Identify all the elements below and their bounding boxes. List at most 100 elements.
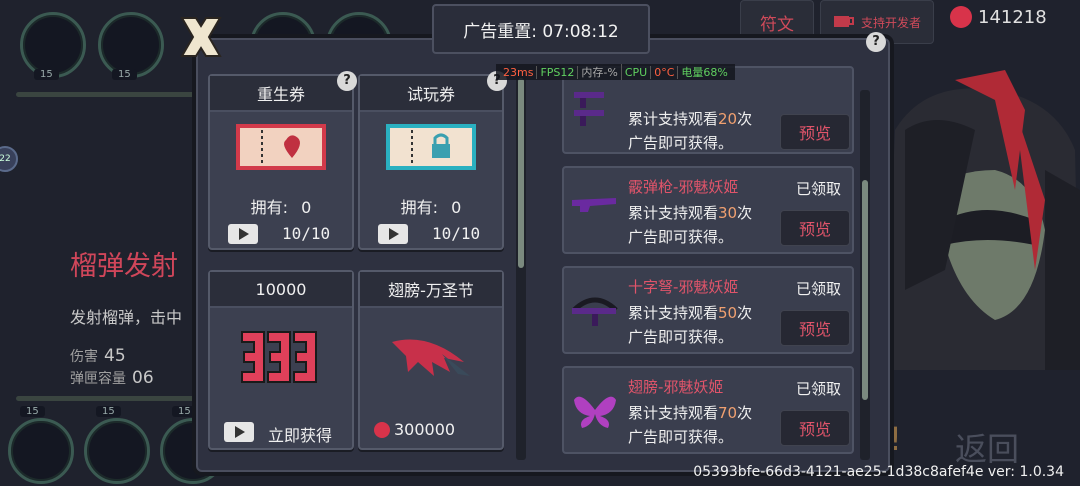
perf-memory: 内存-% — [578, 64, 622, 80]
card-title: 试玩券 — [360, 76, 502, 112]
weapon-icon — [574, 92, 604, 126]
trial-ticket-card: 试玩券 拥有: 0 10/10 — [358, 74, 504, 250]
currency-icon — [374, 421, 390, 438]
shotgun-icon — [572, 198, 616, 212]
divider-bar — [16, 92, 196, 97]
ad-reset-timer: 广告重置: 07:08:12 — [432, 4, 650, 54]
reward-requirement: 累计支持观看70次 — [628, 402, 752, 423]
weapon-slot-bottom-1[interactable] — [8, 418, 74, 484]
card-title: 翅膀-万圣节 — [360, 272, 502, 308]
wing-halloween-card: 翅膀-万圣节 300000 — [358, 270, 504, 450]
wing-icon — [392, 339, 470, 376]
preview-button[interactable]: 预览 — [780, 410, 850, 446]
stat-magazine: 弹匣容量 06 — [70, 368, 154, 388]
coin-333-icon — [241, 331, 317, 383]
help-icon[interactable]: ? — [866, 32, 886, 52]
requirement-num: 70 — [718, 404, 738, 422]
weapon-description: 发射榴弹，击中 — [70, 308, 183, 327]
reward-requirement-2: 广告即可获得。 — [628, 228, 734, 246]
ticket-panel: 重生券 拥有: 0 10/10 试玩券 拥有: 0 10/10 10000 立即… — [200, 60, 530, 464]
skin-reward-panel: 邪魅妖姬 累计支持观看20次 广告即可获得。 预览 霰弹枪-邪魅妖姬 已领取 累… — [540, 60, 882, 464]
requirement-post: 次 — [737, 404, 753, 422]
stat-damage-value: 45 — [104, 346, 126, 366]
perf-temp: 0°C — [651, 65, 679, 79]
slot-level: 15 — [20, 406, 45, 417]
slot-level: 15 — [34, 69, 59, 80]
side-badge[interactable]: 22 — [0, 146, 18, 172]
performance-overlay: 23ms FPS12 内存-% CPU 0°C 电量68% — [496, 64, 735, 80]
perf-battery: 电量68% — [681, 66, 728, 79]
ticket-heart-icon — [236, 124, 326, 170]
ticket-lock-icon — [386, 124, 476, 170]
requirement-num: 30 — [718, 204, 738, 222]
play-icon[interactable] — [378, 224, 408, 244]
own-value: 0 — [451, 198, 462, 217]
stat-damage-label: 伤害 — [70, 349, 98, 365]
reward-name: 翅膀-邪魅妖姬 — [628, 378, 724, 396]
close-x-icon[interactable] — [178, 14, 224, 60]
stat-mag-label: 弹匣容量 — [70, 371, 126, 387]
requirement-post: 次 — [737, 110, 753, 128]
own-count: 拥有: 0 — [360, 194, 502, 218]
claimed-status: 已领取 — [796, 280, 842, 298]
requirement-num: 50 — [718, 304, 738, 322]
slot-level: 15 — [96, 406, 121, 417]
perf-fps: FPS12 — [537, 65, 579, 79]
version-label: 05393bfe-66d3-4121-ae25-1d38c8afef4e ver… — [693, 464, 1064, 480]
reward-name: 十字弩-邪魅妖姬 — [628, 278, 739, 296]
left-scrollbar-thumb[interactable] — [518, 78, 524, 268]
reward-requirement-2: 广告即可获得。 — [628, 428, 734, 446]
play-icon[interactable] — [228, 224, 258, 244]
requirement-pre: 累计支持观看 — [628, 404, 719, 422]
help-icon[interactable]: ? — [337, 71, 357, 91]
price-value: 300000 — [394, 420, 456, 439]
claimed-status: 已领取 — [796, 380, 842, 398]
reward-row: 霰弹枪-邪魅妖姬 已领取 累计支持观看30次 广告即可获得。 预览 — [562, 166, 854, 254]
character-portrait — [885, 70, 1080, 370]
currency-icon — [950, 6, 972, 28]
own-value: 0 — [301, 198, 312, 217]
claimed-status: 已领取 — [796, 180, 842, 198]
requirement-pre: 累计支持观看 — [628, 304, 719, 322]
requirement-pre: 累计支持观看 — [628, 204, 719, 222]
coin-reward-card: 10000 立即获得 — [208, 270, 354, 450]
slot-level: 15 — [112, 69, 137, 80]
revive-ticket-card: 重生券 拥有: 0 10/10 — [208, 74, 354, 250]
currency-amount: 141218 — [978, 6, 1047, 28]
ad-reset-timer-text: 广告重置: 07:08:12 — [463, 21, 619, 42]
weapon-title: 榴弹发射 — [70, 251, 178, 282]
divider-bar — [16, 396, 196, 401]
preview-button[interactable]: 预览 — [780, 210, 850, 246]
reward-row: 十字弩-邪魅妖姬 已领取 累计支持观看50次 广告即可获得。 预览 — [562, 266, 854, 354]
stat-mag-value: 06 — [132, 368, 154, 388]
preview-button[interactable]: 预览 — [780, 114, 850, 150]
reward-row: 翅膀-邪魅妖姬 已领取 累计支持观看70次 广告即可获得。 预览 — [562, 366, 854, 454]
reward-requirement-2: 广告即可获得。 — [628, 134, 734, 152]
stat-damage: 伤害 45 — [70, 346, 126, 366]
slot-level: 15 — [172, 406, 197, 417]
price: 300000 — [374, 420, 455, 439]
own-label: 拥有: — [400, 198, 439, 217]
card-title: 重生券 — [210, 76, 352, 112]
reward-name: 霰弹枪-邪魅妖姬 — [628, 178, 739, 196]
get-now-label[interactable]: 立即获得 — [268, 422, 332, 446]
card-title: 10000 — [210, 272, 352, 308]
perf-ping: 23ms — [500, 65, 538, 79]
reward-requirement-2: 广告即可获得。 — [628, 328, 734, 346]
requirement-post: 次 — [737, 304, 753, 322]
currency-display: 141218 — [950, 6, 1047, 28]
perf-cpu: CPU — [622, 65, 652, 79]
preview-button[interactable]: 预览 — [780, 310, 850, 346]
reward-requirement: 累计支持观看20次 — [628, 108, 752, 129]
weapon-slot-bottom-2[interactable] — [84, 418, 150, 484]
own-count: 拥有: 0 — [210, 194, 352, 218]
reward-requirement: 累计支持观看50次 — [628, 302, 752, 323]
support-label: 支持开发者 — [860, 15, 921, 30]
requirement-num: 20 — [718, 110, 738, 128]
wings-icon — [574, 396, 616, 428]
watch-count: 10/10 — [432, 224, 481, 243]
play-icon[interactable] — [224, 422, 254, 442]
rune-label: 符文 — [760, 14, 794, 35]
requirement-pre: 累计支持观看 — [628, 110, 719, 128]
right-scrollbar-thumb[interactable] — [862, 180, 868, 400]
